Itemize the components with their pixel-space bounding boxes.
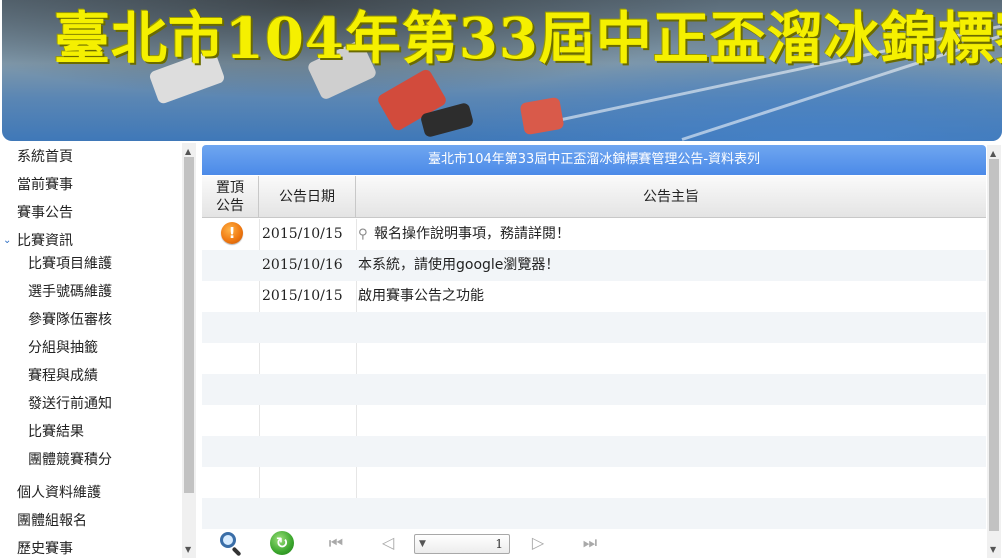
prev-page-icon[interactable]: ◁	[378, 531, 398, 555]
sidebar-item-current-event[interactable]: 當前賽事	[17, 171, 73, 199]
sidebar-scrollbar[interactable]: ▲ ▼	[182, 143, 196, 558]
search-icon[interactable]	[218, 531, 244, 557]
scroll-up-icon[interactable]: ▲	[990, 149, 996, 158]
empty-row	[202, 312, 986, 343]
main-scroll-thumb[interactable]	[989, 159, 999, 531]
sidebar-item-history[interactable]: 歷史賽事	[17, 535, 73, 558]
sidebar-item-schedule-results[interactable]: 賽程與成績	[28, 362, 98, 390]
banner: 臺北市104年第33屆中正盃溜冰錦標賽	[2, 0, 1002, 141]
table-row[interactable]: 2015/10/16 本系統，請使用google瀏覽器！	[202, 250, 986, 281]
pinned-alert-icon: !	[221, 222, 243, 244]
sidebar-scroll-thumb[interactable]	[184, 157, 194, 493]
empty-row	[202, 374, 986, 405]
table-row[interactable]: 2015/10/15 啟用賽事公告之功能	[202, 281, 986, 312]
sidebar-item-grouping-draw[interactable]: 分組與抽籤	[28, 334, 98, 362]
row-subject-link[interactable]: ⚲ 報名操作說明事項，務請詳閱！	[358, 219, 570, 250]
sidebar-item-team-points[interactable]: 團體競賽積分	[28, 446, 112, 474]
column-header-subject[interactable]: 公告主旨	[356, 176, 986, 218]
empty-row	[202, 343, 986, 374]
app-root: 臺北市104年第33屆中正盃溜冰錦標賽 系統首頁 當前賽事 賽事公告 ⌄ 比賽資…	[0, 0, 1005, 558]
sidebar-item-team-registration[interactable]: 團體組報名	[17, 507, 87, 535]
scroll-down-icon[interactable]: ▼	[185, 545, 191, 554]
last-page-icon[interactable]: ⏭	[580, 531, 600, 555]
page-select[interactable]: ▼ 1	[414, 534, 510, 554]
row-date: 2015/10/15	[262, 288, 343, 304]
refresh-icon[interactable]: ↻	[270, 531, 296, 555]
sidebar-item-event-items[interactable]: 比賽項目維護	[28, 250, 112, 278]
scroll-up-icon[interactable]: ▲	[185, 147, 191, 156]
current-page-number: 1	[495, 537, 503, 551]
grid-column-header: 置頂 公告 公告日期 公告主旨	[202, 176, 986, 218]
empty-row	[202, 498, 986, 529]
row-date: 2015/10/16	[262, 257, 343, 273]
empty-row	[202, 405, 986, 436]
column-header-date[interactable]: 公告日期	[259, 176, 356, 218]
grid-pager: ↻ ⏮ ◁ ▼ 1 ▷ ⏭	[202, 529, 986, 558]
empty-row	[202, 436, 986, 467]
row-date: 2015/10/15	[262, 226, 343, 242]
row-subject-text[interactable]: 啟用賽事公告之功能	[358, 281, 484, 312]
announcement-grid: 臺北市104年第33屆中正盃溜冰錦標賽管理公告-資料表列 置頂 公告 公告日期 …	[202, 145, 986, 558]
first-page-icon[interactable]: ⏮	[326, 531, 346, 555]
sidebar-item-event-announcements[interactable]: 賽事公告	[17, 199, 73, 227]
sidebar-item-competition-results[interactable]: 比賽結果	[28, 418, 84, 446]
chevron-down-icon[interactable]: ⌄	[3, 227, 13, 255]
sidebar-item-profile[interactable]: 個人資料維護	[17, 479, 101, 507]
row-subject-text[interactable]: 報名操作說明事項，務請詳閱！	[374, 226, 570, 242]
next-page-icon[interactable]: ▷	[528, 531, 548, 555]
sidebar-item-athlete-numbers[interactable]: 選手號碼維護	[28, 278, 112, 306]
table-row[interactable]: ! 2015/10/15 ⚲ 報名操作說明事項，務請詳閱！	[202, 219, 986, 250]
paperclip-icon: ⚲	[358, 227, 368, 242]
banner-title: 臺北市104年第33屆中正盃溜冰錦標賽	[54, 6, 1002, 72]
sidebar-item-team-review[interactable]: 參賽隊伍審核	[28, 306, 112, 334]
grid-title: 臺北市104年第33屆中正盃溜冰錦標賽管理公告-資料表列	[202, 145, 986, 175]
sidebar-item-send-notice[interactable]: 發送行前通知	[28, 390, 112, 418]
scroll-down-icon[interactable]: ▼	[990, 545, 996, 554]
banner-skate	[519, 96, 565, 136]
main-scrollbar[interactable]: ▲ ▼	[987, 145, 1001, 558]
sidebar-item-home[interactable]: 系統首頁	[17, 143, 73, 171]
empty-row	[202, 467, 986, 498]
column-header-pinned-line2: 公告	[216, 198, 244, 214]
sidebar: 系統首頁 當前賽事 賽事公告 ⌄ 比賽資訊 比賽項目維護 選手號碼維護 參賽隊伍…	[0, 143, 198, 558]
row-subject-text[interactable]: 本系統，請使用google瀏覽器！	[358, 250, 559, 281]
grid-body: ! 2015/10/15 ⚲ 報名操作說明事項，務請詳閱！ 2015/10/16 …	[202, 219, 986, 529]
column-header-pinned-line1: 置頂	[216, 180, 244, 196]
chevron-down-icon[interactable]: ▼	[419, 535, 426, 553]
column-header-pinned[interactable]: 置頂 公告	[202, 176, 259, 218]
